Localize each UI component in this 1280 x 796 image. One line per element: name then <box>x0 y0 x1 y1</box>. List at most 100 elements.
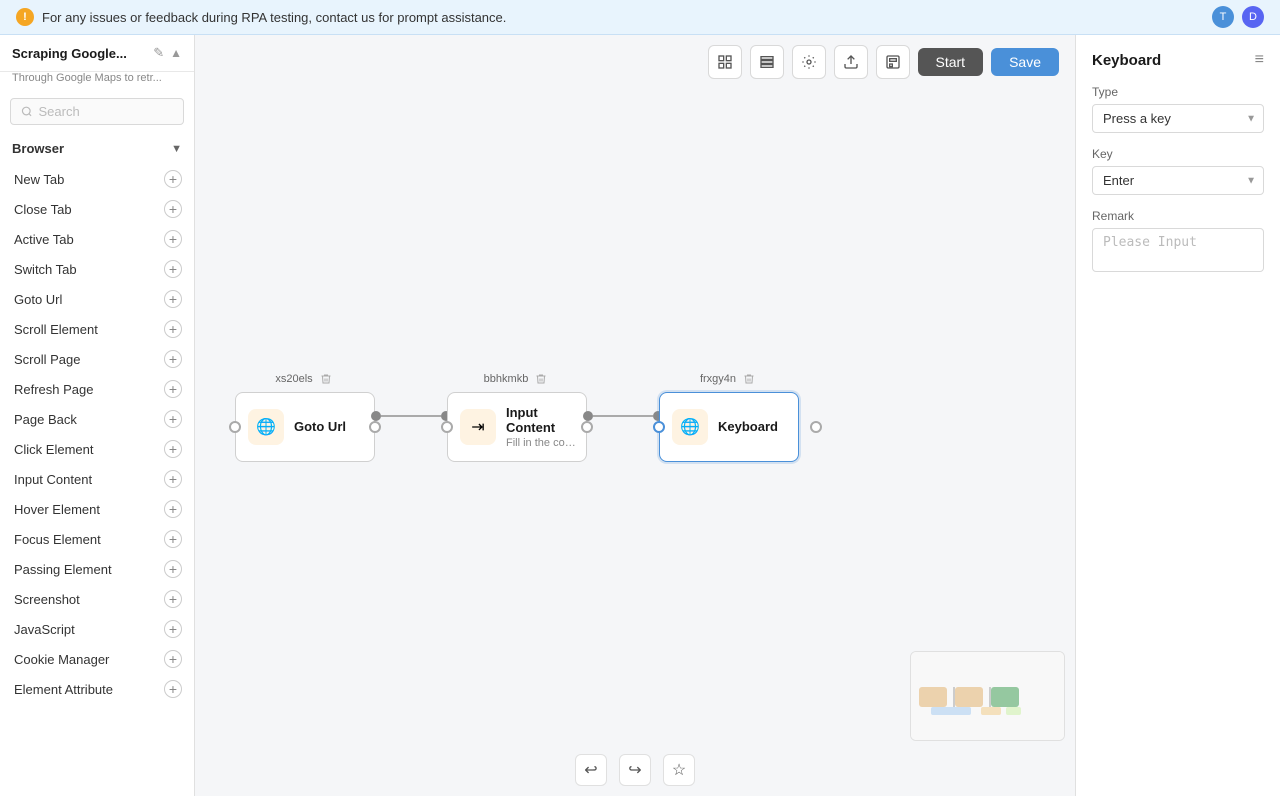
add-element-attribute-button[interactable]: + <box>164 680 182 698</box>
type-label: Type <box>1092 85 1264 99</box>
sidebar-item-cookie-manager[interactable]: Cookie Manager + <box>0 644 194 674</box>
node-right-connector <box>369 421 381 433</box>
sidebar-item-goto-url[interactable]: Goto Url + <box>0 284 194 314</box>
panel-menu-icon[interactable]: ≡ <box>1255 51 1264 69</box>
sidebar-item-click-element[interactable]: Click Element + <box>0 434 194 464</box>
sidebar-item-screenshot[interactable]: Screenshot + <box>0 584 194 614</box>
warning-icon: ! <box>16 8 34 26</box>
sidebar-item-scroll-element[interactable]: Scroll Element + <box>0 314 194 344</box>
node-id-bar: xs20els <box>275 370 334 388</box>
sidebar-item-new-tab[interactable]: New Tab + <box>0 164 194 194</box>
banner-text: For any issues or feedback during RPA te… <box>42 10 506 25</box>
add-click-element-button[interactable]: + <box>164 440 182 458</box>
browser-chevron-icon: ▼ <box>171 143 182 155</box>
add-close-tab-button[interactable]: + <box>164 200 182 218</box>
discord-icon[interactable]: D <box>1242 6 1264 28</box>
flow-node-input-content[interactable]: bbhkmkb ⇥ Input Content Fill in the cont… <box>447 370 587 462</box>
search-box[interactable] <box>10 98 184 125</box>
add-goto-url-button[interactable]: + <box>164 290 182 308</box>
arrow-start-dot-2 <box>583 411 593 421</box>
type-select[interactable]: Press a key Key down Key up <box>1092 104 1264 133</box>
sidebar-item-focus-element[interactable]: Focus Element + <box>0 524 194 554</box>
grid-view-button[interactable] <box>708 45 742 79</box>
add-cookie-manager-button[interactable]: + <box>164 650 182 668</box>
key-select[interactable]: Enter Tab Escape Space Backspace Delete … <box>1092 166 1264 195</box>
add-focus-element-button[interactable]: + <box>164 530 182 548</box>
favorite-button[interactable]: ☆ <box>663 754 695 786</box>
node-id-bar-3: frxgy4n <box>700 370 758 388</box>
add-input-content-button[interactable]: + <box>164 470 182 488</box>
node-delete-input-content[interactable] <box>532 370 550 388</box>
sidebar-item-input-content[interactable]: Input Content + <box>0 464 194 494</box>
sidebar-item-refresh-page[interactable]: Refresh Page + <box>0 374 194 404</box>
panel-title: Keyboard <box>1092 52 1161 69</box>
search-input[interactable] <box>39 104 174 119</box>
flow-node-keyboard[interactable]: frxgy4n 🌐 Keyboard <box>659 370 799 462</box>
node-box-keyboard[interactable]: 🌐 Keyboard <box>659 392 799 462</box>
node-delete-goto-url[interactable] <box>317 370 335 388</box>
sidebar-item-scroll-page[interactable]: Scroll Page + <box>0 344 194 374</box>
browser-section-header[interactable]: Browser ▼ <box>0 133 194 164</box>
add-passing-element-button[interactable]: + <box>164 560 182 578</box>
flow-arrow-2 <box>583 411 663 421</box>
sidebar-header: Scraping Google... ✎ ▲ <box>0 35 194 72</box>
node-box-input-content[interactable]: ⇥ Input Content Fill in the cont... <box>447 392 587 462</box>
sidebar-item-active-tab[interactable]: Active Tab + <box>0 224 194 254</box>
node-right-connector-2 <box>581 421 593 433</box>
remark-label: Remark <box>1092 209 1264 223</box>
list-view-button[interactable] <box>750 45 784 79</box>
start-button[interactable]: Start <box>918 48 984 76</box>
key-select-wrapper: Enter Tab Escape Space Backspace Delete … <box>1092 166 1264 195</box>
arrow-line-2 <box>593 415 653 417</box>
sidebar-item-element-attribute[interactable]: Element Attribute + <box>0 674 194 704</box>
sidebar-item-close-tab[interactable]: Close Tab + <box>0 194 194 224</box>
add-switch-tab-button[interactable]: + <box>164 260 182 278</box>
settings-button[interactable] <box>792 45 826 79</box>
sidebar-item-javascript[interactable]: JavaScript + <box>0 614 194 644</box>
type-select-wrapper: Press a key Key down Key up ▼ <box>1092 104 1264 133</box>
project-subtitle: Through Google Maps to retr... <box>0 72 194 90</box>
remark-field-group: Remark <box>1092 209 1264 277</box>
remark-input[interactable] <box>1092 228 1264 272</box>
export-button[interactable] <box>834 45 868 79</box>
browser-section-label: Browser <box>12 141 64 156</box>
add-page-back-button[interactable]: + <box>164 410 182 428</box>
node-icon-goto-url: 🌐 <box>248 409 284 445</box>
browser-section: Browser ▼ New Tab + Close Tab + Active T… <box>0 133 194 708</box>
redo-button[interactable]: ↪ <box>619 754 651 786</box>
project-title: Scraping Google... <box>12 46 147 61</box>
add-refresh-page-button[interactable]: + <box>164 380 182 398</box>
flow-node-goto-url[interactable]: xs20els 🌐 Goto Url <box>235 370 375 462</box>
flow-arrow-1 <box>371 411 451 421</box>
node-icon-keyboard: 🌐 <box>672 409 708 445</box>
add-screenshot-button[interactable]: + <box>164 590 182 608</box>
node-left-connector-2 <box>441 421 453 433</box>
add-scroll-page-button[interactable]: + <box>164 350 182 368</box>
type-field-group: Type Press a key Key down Key up ▼ <box>1092 85 1264 133</box>
add-new-tab-button[interactable]: + <box>164 170 182 188</box>
add-active-tab-button[interactable]: + <box>164 230 182 248</box>
sidebar-item-page-back[interactable]: Page Back + <box>0 404 194 434</box>
collapse-icon[interactable]: ▲ <box>170 46 182 60</box>
arrow-line <box>381 415 441 417</box>
sidebar-scroll: Browser ▼ New Tab + Close Tab + Active T… <box>0 133 194 796</box>
undo-button[interactable]: ↩ <box>575 754 607 786</box>
telegram-icon[interactable]: T <box>1212 6 1234 28</box>
sidebar-item-passing-element[interactable]: Passing Element + <box>0 554 194 584</box>
node-delete-keyboard[interactable] <box>740 370 758 388</box>
minimap-inner <box>911 652 1064 740</box>
add-scroll-element-button[interactable]: + <box>164 320 182 338</box>
search-icon <box>21 105 33 118</box>
node-box-goto-url[interactable]: 🌐 Goto Url <box>235 392 375 462</box>
top-toolbar: Start Save <box>195 35 1075 89</box>
add-hover-element-button[interactable]: + <box>164 500 182 518</box>
node-id-bar-2: bbhkmkb <box>484 370 551 388</box>
edit-icon[interactable]: ✎ <box>153 45 164 61</box>
bottom-toolbar: ↩ ↪ ☆ <box>195 744 1075 796</box>
add-javascript-button[interactable]: + <box>164 620 182 638</box>
save-button[interactable]: Save <box>991 48 1059 76</box>
sidebar-item-hover-element[interactable]: Hover Element + <box>0 494 194 524</box>
right-panel: Keyboard ≡ Type Press a key Key down Key… <box>1075 35 1280 796</box>
sidebar-item-switch-tab[interactable]: Switch Tab + <box>0 254 194 284</box>
save-draft-button[interactable] <box>876 45 910 79</box>
